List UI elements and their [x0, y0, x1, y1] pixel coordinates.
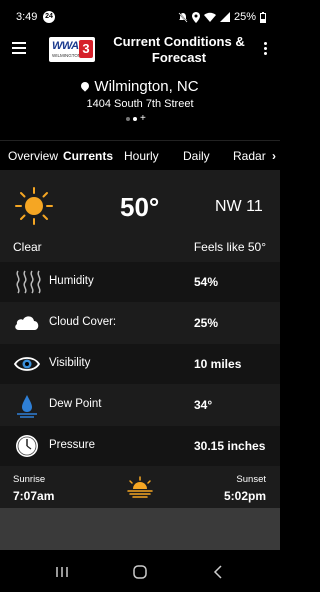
notification-badge: 24: [43, 11, 55, 23]
droplet-icon: [17, 395, 37, 418]
sunset-label: Sunset: [236, 474, 266, 485]
mute-icon: [178, 12, 188, 22]
tab-bar: Overview Currents Hourly Daily Radar ›: [0, 140, 280, 170]
status-time: 3:49: [16, 11, 38, 23]
wifi-icon: [203, 12, 216, 22]
battery-icon: [260, 11, 266, 23]
sunrise-time: 7:07am: [13, 489, 55, 503]
humidity-row: Humidity 54%: [0, 262, 280, 302]
pressure-label: Pressure: [49, 439, 96, 451]
wind-value: NW 11: [215, 198, 263, 215]
sunset-horizon-icon: [127, 476, 153, 498]
humidity-value: 54%: [194, 275, 219, 289]
sun-times-row: Sunrise 7:07am Sunset 5:02pm: [0, 470, 280, 508]
map-pin-icon: [79, 80, 92, 92]
sunrise-label: Sunrise: [13, 474, 46, 485]
back-icon[interactable]: [208, 562, 228, 582]
status-icons: 25%: [178, 9, 266, 25]
visibility-label: Visibility: [49, 357, 91, 369]
location-address: 1404 South 7th Street: [86, 98, 194, 110]
footer-area: [0, 508, 280, 550]
battery-percent: 25%: [233, 11, 256, 23]
home-icon[interactable]: [130, 562, 150, 582]
page-title: Current Conditions & Forecast: [113, 34, 245, 65]
pressure-row: Pressure 30.15 inches: [0, 426, 280, 466]
location-city[interactable]: Wilmington, NC: [0, 78, 280, 95]
signal-icon: [219, 12, 230, 22]
humidity-label: Humidity: [49, 275, 94, 287]
cloud-icon: [15, 316, 39, 330]
condition-text: Clear: [13, 240, 42, 254]
city-label: Wilmington, NC: [94, 78, 199, 95]
currents-panel: 50° NW 11 Clear Feels like 50° Humidity …: [0, 170, 280, 508]
pressure-value: 30.15 inches: [194, 439, 266, 453]
system-nav-bar: [0, 550, 280, 592]
eye-icon: [13, 357, 41, 371]
dew-point-row: Dew Point 34°: [0, 385, 280, 425]
dew-point-label: Dew Point: [49, 398, 102, 410]
add-location-icon[interactable]: +: [140, 114, 146, 124]
logo-mark: 3: [79, 40, 93, 58]
tab-overview[interactable]: Overview: [8, 149, 58, 163]
more-options-icon[interactable]: [264, 42, 268, 58]
sunset-time: 5:02pm: [223, 489, 266, 503]
station-logo: WWAY WILMINGTON 3: [49, 37, 95, 62]
hamburger-menu-icon[interactable]: [12, 42, 26, 56]
recent-apps-icon[interactable]: [52, 562, 72, 582]
cloud-cover-value: 25%: [194, 316, 219, 330]
location-icon: [191, 11, 200, 23]
humidity-icon: [16, 270, 41, 294]
visibility-value: 10 miles: [194, 357, 242, 371]
cloud-cover-label: Cloud Cover:: [49, 316, 117, 328]
tab-daily[interactable]: Daily: [183, 149, 210, 163]
cloud-cover-row: Cloud Cover: 25%: [0, 303, 280, 343]
chevron-right-icon[interactable]: ›: [272, 149, 276, 163]
tab-currents[interactable]: Currents: [63, 149, 113, 163]
gauge-icon: [16, 435, 38, 457]
status-bar: 3:49 24 25%: [0, 0, 280, 32]
feels-like-text: Feels like 50°: [193, 240, 266, 254]
pager-dot-active[interactable]: [133, 117, 137, 121]
current-temperature: 50°: [120, 192, 160, 222]
location-pager[interactable]: +: [126, 114, 146, 124]
visibility-row: Visibility 10 miles: [0, 344, 280, 384]
location-section: Wilmington, NC 1404 South 7th Street +: [0, 68, 280, 140]
dew-point-value: 34°: [194, 398, 213, 412]
logo-subtext: WILMINGTON: [52, 53, 82, 58]
app-header: WWAY WILMINGTON 3 Current Conditions & F…: [0, 32, 280, 68]
tab-hourly[interactable]: Hourly: [124, 149, 159, 163]
tab-radar[interactable]: Radar: [233, 149, 266, 163]
pager-dot[interactable]: [126, 117, 130, 121]
sun-icon: [15, 187, 53, 225]
current-conditions: 50° NW 11: [0, 170, 280, 245]
